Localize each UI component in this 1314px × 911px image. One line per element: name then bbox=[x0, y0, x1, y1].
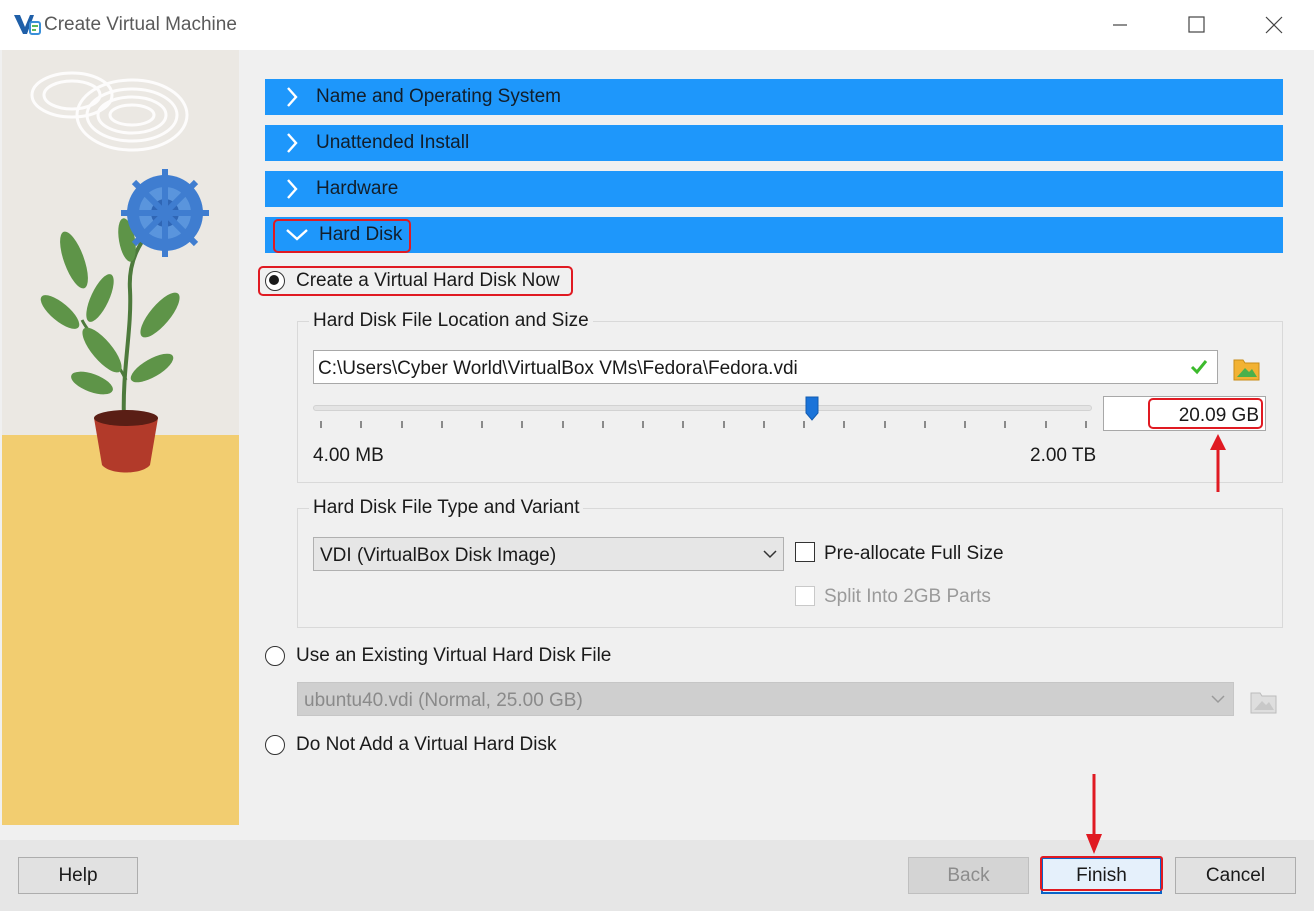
minimize-icon bbox=[1113, 24, 1127, 26]
disk-size-slider-track[interactable] bbox=[313, 405, 1092, 411]
slider-tick bbox=[722, 421, 725, 428]
existing-disk-value: ubuntu40.vdi (Normal, 25.00 GB) bbox=[304, 690, 583, 711]
split-parts-label: Split Into 2GB Parts bbox=[824, 586, 991, 607]
existing-disk-label[interactable]: Use an Existing Virtual Hard Disk File bbox=[296, 645, 611, 667]
preallocate-checkbox[interactable] bbox=[795, 542, 815, 562]
slider-tick bbox=[1004, 421, 1007, 428]
disk-path-value: C:\Users\Cyber World\VirtualBox VMs\Fedo… bbox=[318, 358, 798, 379]
chevron-right-icon bbox=[285, 131, 307, 155]
annotation-highlight bbox=[1148, 398, 1263, 429]
type-group-title: Hard Disk File Type and Variant bbox=[309, 497, 584, 519]
annotation-highlight bbox=[273, 219, 411, 253]
section-hardware[interactable]: Hardware bbox=[265, 171, 1283, 207]
slider-tick bbox=[400, 421, 403, 428]
slider-tick bbox=[803, 421, 806, 428]
slider-max-label: 2.00 TB bbox=[1030, 445, 1097, 466]
wizard-side-illustration bbox=[2, 50, 239, 825]
slider-tick bbox=[843, 421, 846, 428]
existing-disk-select: ubuntu40.vdi (Normal, 25.00 GB) bbox=[297, 682, 1234, 716]
no-disk-label[interactable]: Do Not Add a Virtual Hard Disk bbox=[296, 734, 557, 756]
slider-tick bbox=[320, 421, 322, 428]
close-icon bbox=[1265, 16, 1283, 34]
chevron-down-icon bbox=[763, 550, 777, 559]
chevron-right-icon bbox=[285, 177, 307, 201]
annotation-highlight bbox=[258, 266, 573, 296]
preallocate-label[interactable]: Pre-allocate Full Size bbox=[824, 543, 1004, 565]
slider-tick bbox=[682, 421, 685, 428]
slider-tick bbox=[642, 421, 645, 428]
chevron-right-icon bbox=[285, 85, 307, 109]
annotation-arrow-down-icon bbox=[1086, 774, 1102, 854]
split-parts-checkbox[interactable] bbox=[795, 586, 815, 606]
slider-tick bbox=[521, 421, 524, 428]
slider-tick bbox=[883, 421, 886, 428]
slider-tick bbox=[481, 421, 484, 428]
section-name-and-os[interactable]: Name and Operating System bbox=[265, 79, 1283, 115]
help-button[interactable]: Help bbox=[18, 857, 138, 894]
slider-tick bbox=[964, 421, 967, 428]
disk-type-value: VDI (VirtualBox Disk Image) bbox=[320, 545, 557, 566]
slider-tick bbox=[923, 421, 926, 428]
browse-folder-button[interactable] bbox=[1232, 353, 1262, 383]
section-label: Name and Operating System bbox=[316, 86, 562, 107]
slider-min-label: 4.00 MB bbox=[313, 445, 384, 466]
location-group-title: Hard Disk File Location and Size bbox=[309, 310, 593, 332]
disk-path-input[interactable]: C:\Users\Cyber World\VirtualBox VMs\Fedo… bbox=[313, 350, 1218, 384]
existing-disk-radio[interactable] bbox=[265, 646, 285, 666]
cancel-button[interactable]: Cancel bbox=[1175, 857, 1296, 894]
section-hard-disk[interactable]: Hard Disk bbox=[265, 217, 1283, 253]
slider-tick bbox=[1044, 421, 1047, 428]
window-title: Create Virtual Machine bbox=[44, 14, 237, 35]
slider-tick bbox=[561, 421, 564, 428]
maximize-button[interactable] bbox=[1168, 8, 1224, 42]
slider-tick bbox=[601, 421, 604, 428]
chevron-down-icon bbox=[1211, 695, 1225, 704]
annotation-arrow-up-icon bbox=[1210, 434, 1226, 492]
maximize-icon bbox=[1188, 16, 1205, 33]
section-label: Hardware bbox=[316, 178, 399, 199]
disk-size-slider-thumb[interactable] bbox=[805, 396, 819, 421]
slider-tick bbox=[360, 421, 363, 428]
existing-browse-button bbox=[1249, 686, 1279, 716]
minimize-button[interactable] bbox=[1092, 8, 1148, 42]
valid-check-icon bbox=[1190, 360, 1208, 375]
folder-icon bbox=[1233, 359, 1260, 381]
slider-tick bbox=[762, 421, 765, 428]
no-disk-radio[interactable] bbox=[265, 735, 285, 755]
disk-type-select[interactable]: VDI (VirtualBox Disk Image) bbox=[313, 537, 784, 571]
back-button: Back bbox=[908, 857, 1029, 894]
annotation-highlight bbox=[1040, 856, 1163, 891]
close-button[interactable] bbox=[1246, 8, 1302, 42]
virtualbox-icon bbox=[12, 12, 42, 38]
section-unattended-install[interactable]: Unattended Install bbox=[265, 125, 1283, 161]
folder-icon bbox=[1250, 692, 1277, 714]
slider-tick bbox=[440, 421, 443, 428]
section-label: Unattended Install bbox=[316, 132, 470, 153]
slider-tick bbox=[1085, 421, 1087, 428]
